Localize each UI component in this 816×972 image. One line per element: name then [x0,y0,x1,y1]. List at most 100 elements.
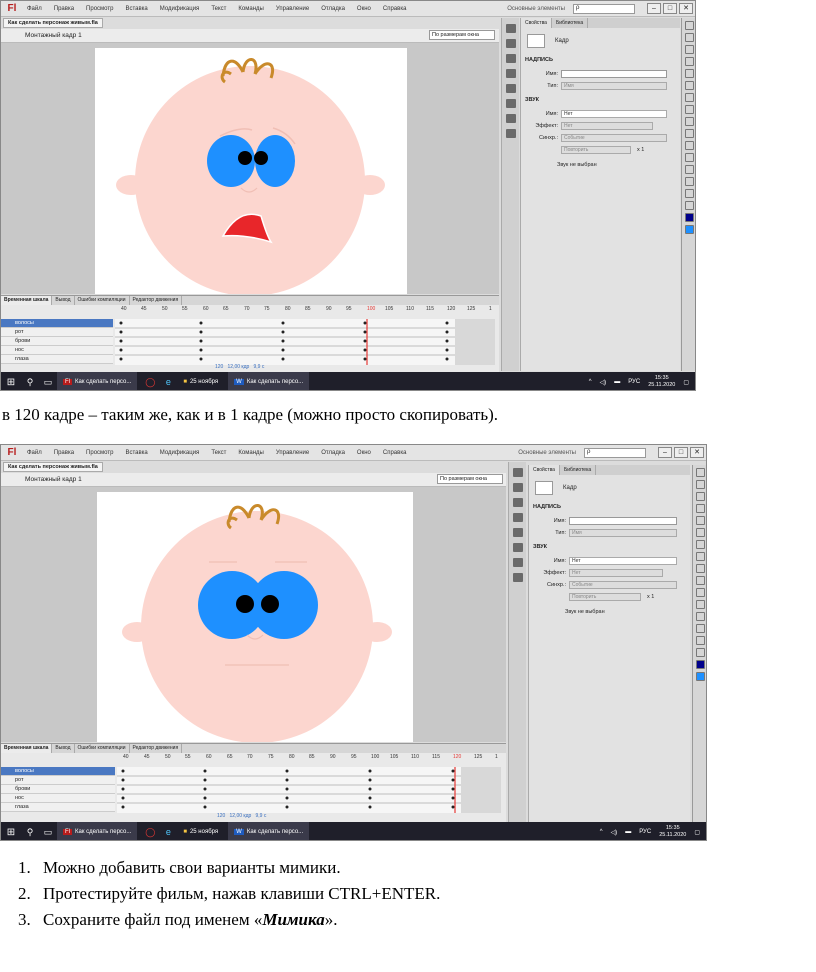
volume-icon[interactable]: ◁) [611,829,618,836]
sound-name-select[interactable]: Нет [561,110,667,118]
windows-start-icon[interactable]: ⊞ [1,827,21,838]
lasso-tool-icon[interactable] [696,504,705,513]
text-tool-icon[interactable] [685,81,694,90]
taskbar-app-folder[interactable]: ■ 25 ноября [177,372,224,390]
effect-select[interactable]: Нет [561,122,653,130]
network-icon[interactable]: ▬ [625,829,631,835]
dock-icon[interactable] [512,468,523,477]
effect-select[interactable]: Нет [569,569,663,577]
menu-file[interactable]: Файл [21,450,48,456]
sync-select[interactable]: Событие [561,134,667,142]
tab-compiler-errors[interactable]: Ошибки компиляции [75,744,130,753]
dock-icon[interactable] [505,99,516,108]
menu-commands[interactable]: Команды [232,6,269,12]
language-indicator[interactable]: РУС [639,829,651,835]
lasso-tool-icon[interactable] [685,57,694,66]
menu-modify[interactable]: Модификация [154,450,206,456]
hand-tool-icon[interactable] [685,189,694,198]
type-select[interactable]: Имя [561,82,667,90]
menu-debug[interactable]: Отладка [315,450,351,456]
transform-tool-icon[interactable] [685,45,694,54]
menu-modify[interactable]: Модификация [154,6,206,12]
tab-timeline[interactable]: Временная шкала [1,744,53,753]
layer-brows[interactable]: брови [1,337,113,346]
menu-view[interactable]: Просмотр [80,450,119,456]
rect-tool-icon[interactable] [696,552,705,561]
task-view-icon[interactable]: ▭ [39,377,57,388]
fill-color-icon[interactable] [696,672,705,681]
menu-text[interactable]: Текст [205,6,232,12]
opera-icon[interactable]: ◯ [141,827,159,838]
tab-output[interactable]: Вывод [52,744,75,753]
sync-select[interactable]: Событие [569,581,677,589]
search-taskbar-icon[interactable]: ⚲ [21,827,39,838]
notification-icon[interactable]: ▢ [683,379,689,386]
text-tool-icon[interactable] [696,528,705,537]
menu-file[interactable]: Файл [21,6,48,12]
paint-bucket-icon[interactable] [685,153,694,162]
language-indicator[interactable]: РУС [628,379,640,385]
frame-grid[interactable] [117,767,501,813]
repeat-count[interactable]: x 1 [647,594,654,600]
pencil-tool-icon[interactable] [685,117,694,126]
menu-window[interactable]: Окно [351,450,377,456]
layer-nose[interactable]: нос [1,794,115,803]
tab-library[interactable]: Библиотека [552,18,589,28]
menu-commands[interactable]: Команды [232,450,269,456]
repeat-count[interactable]: x 1 [637,147,644,153]
dock-icon[interactable] [512,513,523,522]
maximize-button[interactable]: □ [674,447,688,458]
taskbar-app-word[interactable]: W Как сделать персо... [228,372,310,390]
tab-properties[interactable]: Свойства [521,18,552,28]
bone-tool-icon[interactable] [685,141,694,150]
eraser-icon[interactable] [696,624,705,633]
minimize-button[interactable]: – [647,3,661,14]
menu-debug[interactable]: Отладка [315,6,351,12]
stroke-color-icon[interactable] [685,213,694,222]
tray-arrow-icon[interactable]: ^ [600,829,603,835]
subselect-tool-icon[interactable] [696,480,705,489]
paint-bucket-icon[interactable] [696,600,705,609]
eyedropper-icon[interactable] [696,612,705,621]
dock-icon[interactable] [512,528,523,537]
search-taskbar-icon[interactable]: ⚲ [21,377,39,388]
task-view-icon[interactable]: ▭ [39,827,57,838]
menu-view[interactable]: Просмотр [80,6,119,12]
opera-icon[interactable]: ◯ [141,377,159,388]
tab-motion-editor[interactable]: Редактор движения [130,744,183,753]
eyedropper-icon[interactable] [685,165,694,174]
tab-compiler-errors[interactable]: Ошибки компиляции [75,296,130,305]
stroke-color-icon[interactable] [696,660,705,669]
layer-mouth[interactable]: рот [1,776,115,785]
menu-edit[interactable]: Правка [48,6,80,12]
name-input[interactable] [561,70,667,78]
menu-edit[interactable]: Правка [48,450,80,456]
brush-tool-icon[interactable] [696,576,705,585]
tab-library[interactable]: Библиотека [560,465,597,475]
sound-name-select[interactable]: Нет [569,557,677,565]
dock-icon[interactable] [505,84,516,93]
dock-icon[interactable] [505,54,516,63]
repeat-select[interactable]: Повторить [561,146,631,154]
tab-output[interactable]: Вывод [52,296,75,305]
pen-tool-icon[interactable] [696,516,705,525]
menu-insert[interactable]: Вставка [119,6,153,12]
layer-mouth[interactable]: рот [1,328,113,337]
close-button[interactable]: ✕ [690,447,704,458]
menu-control[interactable]: Управление [270,6,315,12]
tray-arrow-icon[interactable]: ^ [589,379,592,385]
workspace-switcher[interactable]: Основные элементы [518,450,576,456]
selection-tool-icon[interactable] [696,468,705,477]
close-button[interactable]: ✕ [679,3,693,14]
selection-tool-icon[interactable] [685,21,694,30]
transform-tool-icon[interactable] [696,492,705,501]
dock-icon[interactable] [512,573,523,582]
workspace-switcher[interactable]: Основные элементы [507,6,565,12]
menu-insert[interactable]: Вставка [119,450,153,456]
menu-control[interactable]: Управление [270,450,315,456]
dock-icon[interactable] [505,129,516,138]
dock-icon[interactable] [505,24,516,33]
taskbar-app-flash[interactable]: Fl Как сделать персо... [57,372,138,390]
taskbar-app-word[interactable]: W Как сделать персо... [228,822,310,840]
clock[interactable]: 15:35 25.11.2020 [648,375,675,389]
